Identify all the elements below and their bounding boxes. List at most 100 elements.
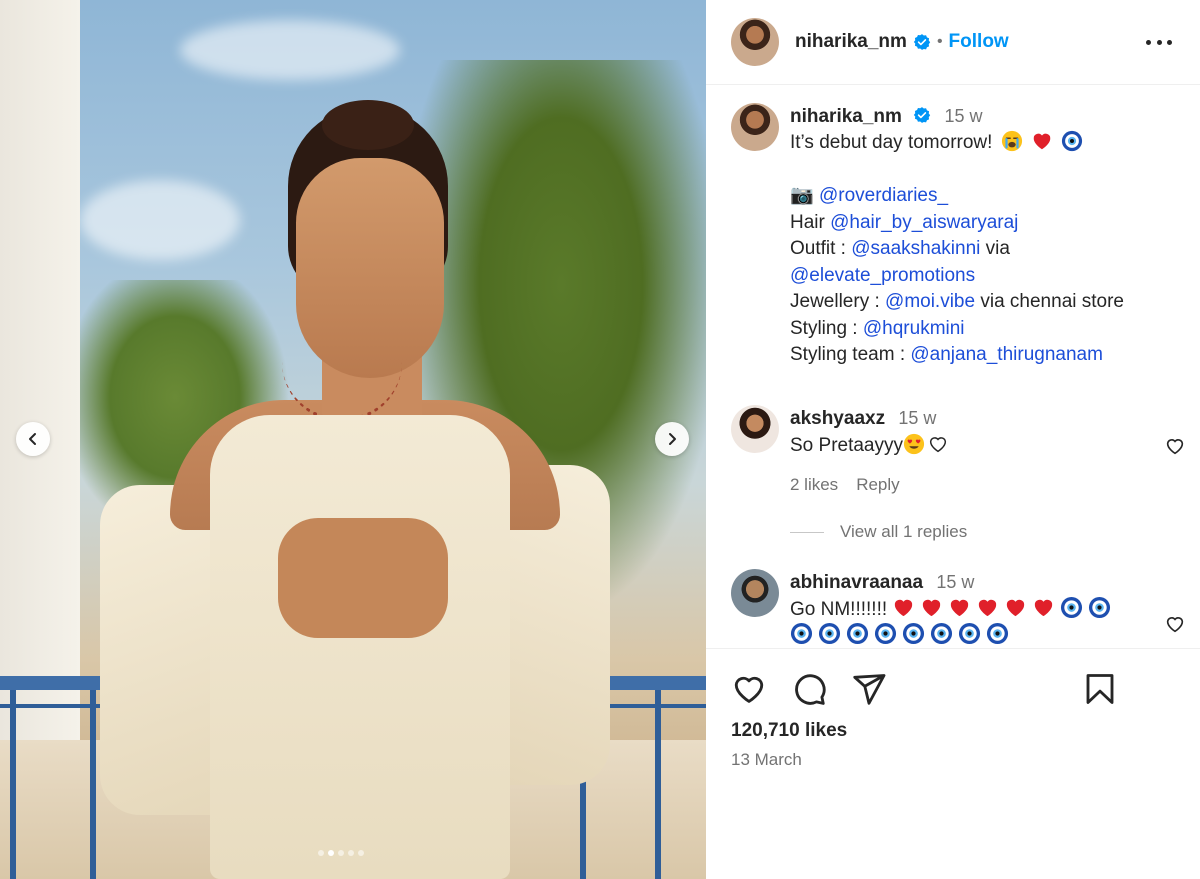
nazar-amulet-emoji-icon	[818, 622, 841, 645]
carousel-dot	[318, 850, 324, 856]
comment-time[interactable]: 15 w	[898, 408, 936, 428]
comment-text-line: Go NM!!!!!!!	[790, 596, 1181, 623]
red-heart-emoji-icon	[1033, 133, 1051, 150]
face	[296, 158, 444, 378]
post-media[interactable]	[0, 0, 706, 879]
more-dot	[1167, 39, 1172, 45]
carousel-dot	[348, 850, 354, 856]
post-caption: niharika_nm 15 w It’s debut day tomorrow…	[731, 103, 1181, 369]
chevron-right-icon	[669, 433, 676, 445]
caption-credit-outfit: Outfit : @saakshakinni via	[790, 236, 1181, 263]
credit-label: Hair	[790, 211, 825, 233]
nazar-amulet-emoji-icon	[986, 622, 1009, 645]
more-dot	[1156, 39, 1162, 45]
nazar-amulet-emoji-icon	[790, 622, 813, 645]
credit-label: Styling :	[790, 317, 858, 339]
post-actions: 120,710 likes 13 March	[706, 648, 1200, 879]
verified-badge-icon	[913, 34, 931, 50]
carousel-indicator	[318, 850, 364, 856]
heart-emoji-row	[887, 596, 1111, 620]
comment-like-heart-icon[interactable]	[1163, 613, 1187, 635]
nazar-amulet-emoji-icon	[1089, 596, 1111, 619]
caption-intro-line: It’s debut day tomorrow!	[790, 130, 1181, 157]
credit-label: Outfit :	[790, 238, 846, 259]
railing-post	[90, 690, 96, 879]
bookmark-icon[interactable]	[1082, 671, 1118, 707]
comment-text-line: So Pretaayyy	[790, 432, 1181, 459]
chevron-left-icon	[29, 433, 36, 445]
carousel-prev-button[interactable]	[16, 422, 50, 456]
red-heart-emoji-icon	[950, 599, 969, 617]
more-options-icon[interactable]	[1146, 30, 1172, 54]
comment-time[interactable]: 15 w	[936, 572, 974, 592]
mention-link[interactable]: @anjana_thirugnanam	[910, 344, 1103, 365]
caption-credit-styling: Styling : @hqrukmini	[790, 316, 1181, 343]
comment-text: So Pretaayyy	[790, 435, 903, 456]
more-dot	[1146, 39, 1151, 45]
caption-avatar[interactable]	[731, 103, 779, 151]
credit-label: Styling team :	[790, 344, 906, 365]
red-heart-emoji-icon	[1034, 599, 1053, 617]
railing-post	[655, 690, 661, 879]
comment-item: abhinavraanaa 15 w Go NM!!!!!!!	[731, 569, 1184, 649]
comment-likes[interactable]: 2 likes	[790, 475, 838, 495]
post-date[interactable]: 13 March	[731, 750, 802, 770]
nazar-amulet-emoji-icon	[1062, 130, 1083, 152]
hair-bun	[322, 100, 414, 150]
caption-username[interactable]: niharika_nm	[790, 106, 902, 127]
mention-link[interactable]: @elevate_promotions	[790, 265, 975, 286]
comment-icon[interactable]	[791, 671, 827, 707]
heart-eyes-emoji-icon	[903, 433, 925, 455]
post-header: niharika_nm • Follow	[706, 0, 1200, 85]
cloud	[180, 20, 400, 80]
commenter-avatar[interactable]	[731, 569, 779, 617]
comment-like-heart-icon[interactable]	[1163, 435, 1187, 457]
comment-item: akshyaaxz 15 w So Pretaayyy 2 likes Repl…	[731, 405, 1184, 495]
white-heart-emoji-icon	[929, 437, 947, 453]
mention-link[interactable]: @hair_by_aiswaryaraj	[830, 212, 1018, 233]
carousel-dot	[328, 850, 334, 856]
red-heart-emoji-icon	[894, 599, 913, 617]
mention-link[interactable]: @moi.vibe	[885, 291, 975, 312]
commenter-avatar[interactable]	[731, 405, 779, 453]
heart-icon[interactable]	[731, 671, 767, 707]
likes-count[interactable]: 120,710 likes	[731, 720, 847, 742]
nazar-amulet-emoji-icon	[930, 622, 953, 645]
caption-credit-outfit-2: @elevate_promotions	[790, 263, 1181, 290]
red-heart-emoji-icon	[922, 599, 941, 617]
view-replies-label: View all 1 replies	[840, 522, 968, 541]
comment-text: Go NM!!!!!!!	[790, 599, 888, 620]
commenter-username[interactable]: akshyaaxz	[790, 408, 885, 429]
verified-badge-icon	[914, 107, 931, 123]
nazar-amulet-emoji-icon	[958, 622, 981, 645]
reply-button[interactable]: Reply	[856, 475, 899, 495]
carousel-dot	[358, 850, 364, 856]
credit-label: Jewellery :	[790, 291, 880, 312]
carousel-next-button[interactable]	[655, 422, 689, 456]
nazar-emoji-row	[790, 622, 1181, 649]
author-avatar[interactable]	[731, 18, 779, 66]
nazar-amulet-emoji-icon	[902, 622, 925, 645]
railing-post	[10, 690, 16, 879]
caption-time[interactable]: 15 w	[945, 106, 983, 126]
follow-button[interactable]: Follow	[949, 31, 1009, 53]
credit-via: via	[985, 238, 1010, 259]
nazar-amulet-emoji-icon	[874, 622, 897, 645]
caption-credit-camera: 📷 @roverdiaries_	[790, 183, 1181, 210]
author-username[interactable]: niharika_nm	[795, 31, 907, 53]
view-replies-button[interactable]: View all 1 replies	[790, 522, 967, 542]
mention-link[interactable]: @roverdiaries_	[819, 185, 948, 206]
header-separator: •	[936, 33, 943, 50]
nazar-amulet-emoji-icon	[846, 622, 869, 645]
commenter-username[interactable]: abhinavraanaa	[790, 572, 923, 593]
hands	[278, 518, 448, 638]
share-icon[interactable]	[851, 671, 887, 707]
credit-suffix: via chennai store	[980, 291, 1125, 312]
mention-link[interactable]: @saakshakinni	[851, 238, 980, 259]
comment-meta: 2 likes Reply	[790, 475, 1181, 495]
mention-link[interactable]: @hqrukmini	[863, 318, 965, 339]
caption-credit-jewellery: Jewellery : @moi.vibe via chennai store	[790, 289, 1181, 316]
dress	[210, 415, 510, 879]
post-panel: niharika_nm • Follow niharika_nm 15 w It…	[706, 0, 1200, 879]
